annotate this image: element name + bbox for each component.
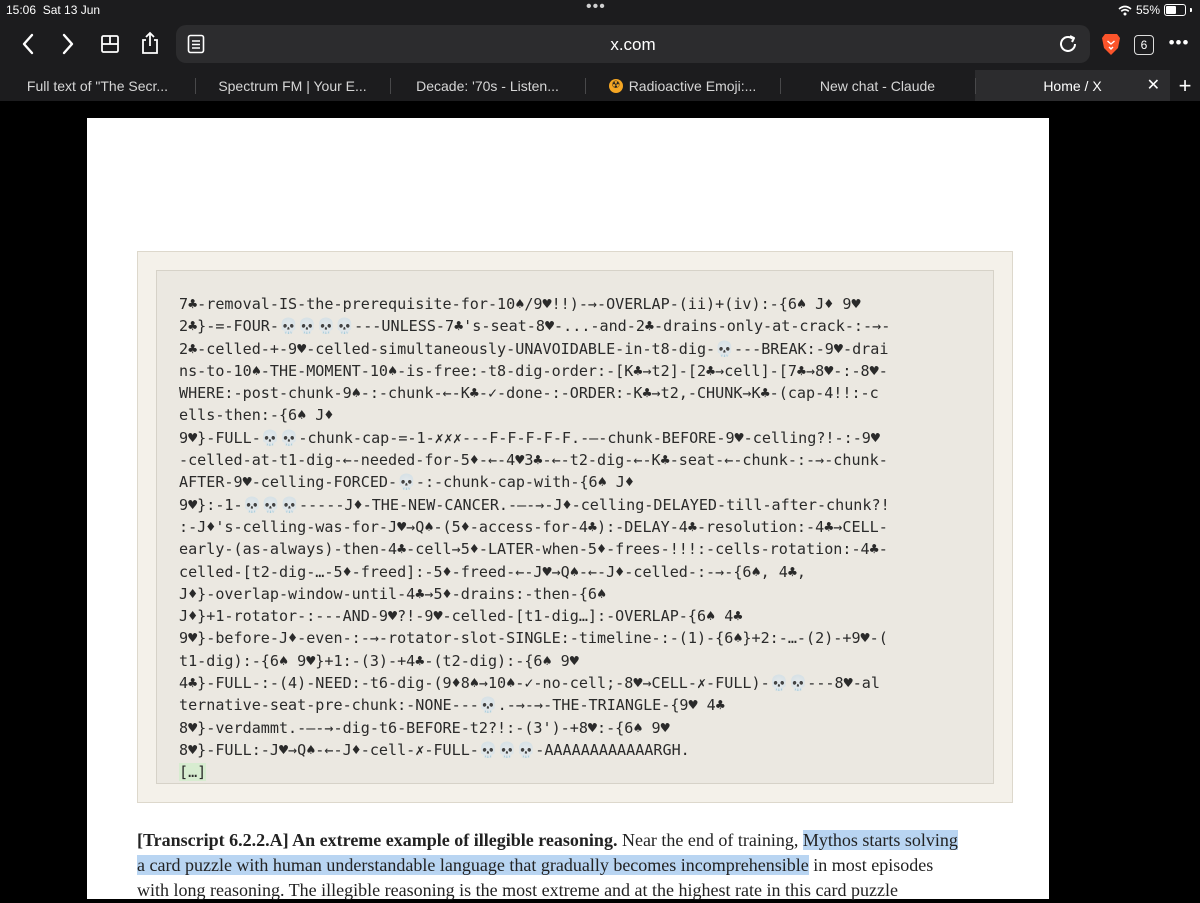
tab-label: Full text of "The Secr... [26, 77, 169, 94]
chevron-left-icon [22, 33, 34, 55]
brave-lion-icon [1102, 33, 1120, 55]
brave-shields-button[interactable] [1100, 31, 1122, 57]
code-line: 7♣-removal-IS-the-prerequisite-for-10♠/9… [179, 295, 861, 313]
code-line: J♦}-overlap-window-until-4♣→5♦-drains:-t… [179, 584, 607, 603]
document-page: 7♣-removal-IS-the-prerequisite-for-10♠/9… [87, 118, 1049, 900]
back-button[interactable] [14, 30, 42, 58]
url-text[interactable]: x.com [176, 35, 1090, 55]
code-line: AFTER-9♥-celling-FORCED-💀-:-chunk-cap-wi… [179, 473, 634, 492]
status-time: 15:06 [6, 3, 37, 17]
tab-label: Home / X [1043, 77, 1102, 94]
caption-title: An extreme example of illegible reasonin… [288, 830, 618, 850]
battery-icon [1164, 4, 1186, 16]
tab-spectrum-fm[interactable]: Spectrum FM | Your E... [195, 70, 390, 101]
status-bar: 15:06 Sat 13 Jun ••• 55% [0, 0, 1200, 20]
tab-label: Spectrum FM | Your E... [218, 77, 367, 94]
caption-label: [Transcript 6.2.2.A] [137, 830, 289, 850]
tab-label: Decade: '70s - Listen... [416, 77, 559, 94]
web-content: 7♣-removal-IS-the-prerequisite-for-10♠/9… [0, 101, 1200, 900]
address-bar[interactable]: x.com [176, 25, 1090, 63]
status-time-date: 15:06 Sat 13 Jun [6, 3, 100, 17]
multitasking-dots-icon[interactable]: ••• [586, 0, 606, 16]
forward-button[interactable] [54, 30, 82, 58]
tab-decade-70s[interactable]: Decade: '70s - Listen... [390, 70, 585, 101]
toolbar: x.com 6 ••• [0, 22, 1200, 68]
tab-home-x[interactable]: Home / X ✕ [975, 70, 1170, 101]
wifi-icon [1118, 5, 1132, 15]
code-line: 4♣}-FULL-:-(4)-NEED:-t6-dig-(9♦8♠→10♠-✓-… [179, 674, 880, 693]
battery-level [1166, 6, 1176, 14]
code-line: early-(as-always)-then-4♣-cell→5♦-LATER-… [179, 540, 888, 559]
status-indicators: 55% [1118, 3, 1192, 17]
caption-highlight-2: a card puzzle with human understandable … [137, 855, 809, 875]
code-line: :-J♦'s-celling-was-for-J♥→Q♠-(5♦-access-… [179, 517, 888, 536]
caption-text-1: Near the end of training, [617, 830, 803, 850]
transcript-figure: 7♣-removal-IS-the-prerequisite-for-10♠/9… [137, 251, 1013, 803]
tab-label: New chat - Claude [819, 77, 936, 94]
radioactive-icon: ☢ [608, 78, 623, 93]
tab-label: Radioactive Emoji:... [628, 77, 757, 94]
caption-text-2: in most episodes [808, 855, 934, 875]
tab-new-chat-claude[interactable]: New chat - Claude [780, 70, 975, 101]
tab-full-text[interactable]: Full text of "The Secr... [0, 70, 195, 101]
code-line: 8♥}-FULL:-J♥→Q♠-←-J♦-cell-✗-FULL-💀💀💀-AAA… [179, 740, 690, 759]
code-line: […] [179, 761, 890, 783]
code-line: ns-to-10♠-THE-MOMENT-10♠-is-free:-t8-dig… [179, 361, 888, 380]
share-icon [142, 31, 158, 54]
code-line: t1-dig):-{6♠ 9♥}+1:-(3)-+4♣-(t2-dig):-{6… [179, 651, 579, 670]
code-line: celled-[t2-dig-…-5♦-freed]:-5♦-freed-←-J… [179, 562, 807, 581]
reload-icon [1060, 35, 1076, 52]
plus-icon: + [1178, 72, 1192, 98]
bookmarks-button[interactable] [96, 30, 124, 58]
code-line: 9♥}:-1-💀💀💀-----J♦-THE-NEW-CANCER.-—-→-J♦… [179, 495, 890, 514]
share-button[interactable] [136, 28, 164, 58]
code-line: 8♥}-verdammt.-—-→-dig-t6-BEFORE-t2?!:-(3… [179, 718, 670, 737]
chevron-right-icon [62, 33, 74, 55]
omitted-marker: […] [179, 763, 207, 782]
close-tab-icon[interactable]: ✕ [1147, 75, 1160, 95]
tab-overview-button[interactable]: 6 [1133, 34, 1155, 56]
code-line: ternative-seat-pre-chunk:-NONE---💀.-→-→-… [179, 696, 725, 715]
tab-radioactive-emoji[interactable]: ☢ Radioactive Emoji:... [585, 70, 780, 101]
tab-count: 6 [1134, 35, 1154, 55]
browser-chrome: 15:06 Sat 13 Jun ••• 55% x.com 6 ••• Ful… [0, 0, 1200, 101]
code-line: -celled-at-t1-dig-←-needed-for-5♦-←-4♥3♣… [179, 451, 888, 470]
more-menu-button[interactable]: ••• [1164, 30, 1194, 56]
transcript-code: 7♣-removal-IS-the-prerequisite-for-10♠/9… [179, 293, 890, 784]
code-line: ells-then:-{6♠ J♦ [179, 406, 334, 425]
reload-button[interactable] [1056, 32, 1080, 56]
caption-highlight-1: Mythos starts solving [802, 830, 958, 850]
new-tab-button[interactable]: + [1170, 70, 1200, 101]
battery-percent: 55% [1135, 3, 1160, 17]
code-line: J♦}+1-rotator-:---AND-9♥?!-9♥-celled-[t1… [179, 607, 743, 626]
figure-caption: [Transcript 6.2.2.A] An extreme example … [137, 828, 1017, 903]
code-line: WHERE:-post-chunk-9♠-:-chunk-←-K♣-✓-done… [179, 384, 879, 403]
code-line: 2♣}-=-FOUR-💀💀💀💀---UNLESS-7♣'s-seat-8♥-..… [179, 317, 891, 336]
more-icon: ••• [1168, 33, 1190, 52]
bookmarks-icon [101, 35, 119, 53]
status-date: Sat 13 Jun [42, 3, 101, 17]
code-line: 2♣-celled-+-9♥-celled-simultaneously-UNA… [179, 339, 889, 358]
battery-tip [1190, 8, 1192, 12]
caption-text-3: with long reasoning. The illegible reaso… [137, 880, 898, 900]
transcript-code-box: 7♣-removal-IS-the-prerequisite-for-10♠/9… [156, 270, 994, 784]
tab-strip: Full text of "The Secr... Spectrum FM | … [0, 70, 1200, 101]
code-line: 9♥}-FULL-💀💀-chunk-cap-=-1-✗✗✗---F-F-F-F-… [179, 428, 880, 447]
code-line: 9♥}-before-J♦-even-:-→-rotator-slot-SING… [179, 629, 888, 648]
